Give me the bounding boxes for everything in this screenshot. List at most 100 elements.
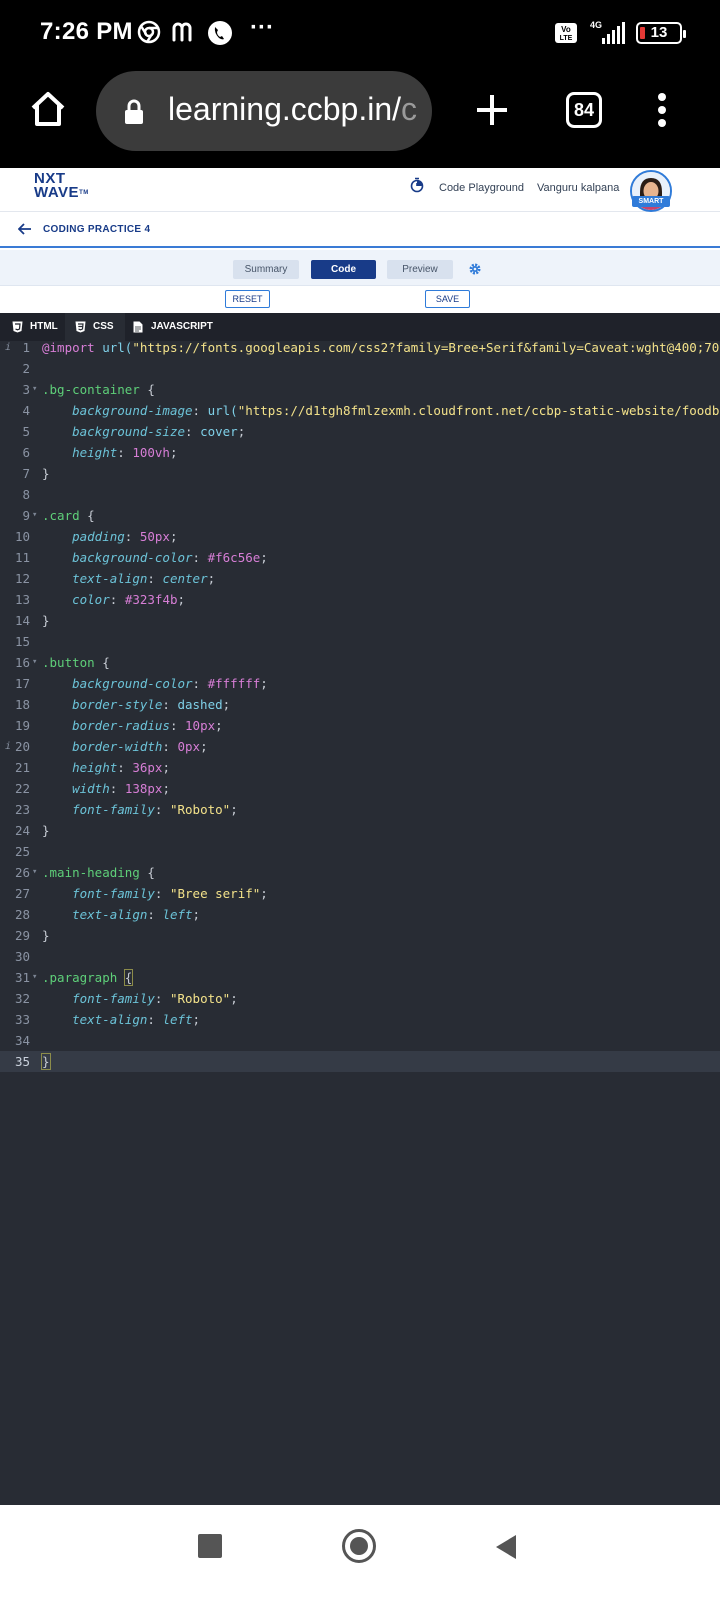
stopwatch-icon[interactable] [410, 177, 424, 193]
line-number: 24 [14, 823, 30, 838]
code-line[interactable]: 2 [0, 358, 720, 379]
code-line[interactable]: 31 ▾ .paragraph { [0, 967, 720, 988]
code-text: font-family: "Bree serif"; [72, 886, 268, 901]
home-button[interactable] [342, 1529, 376, 1563]
code-line[interactable]: 28 text-align: left; [0, 904, 720, 925]
code-text: font-family: "Roboto"; [72, 991, 238, 1006]
code-line[interactable]: 21 height: 36px; [0, 757, 720, 778]
code-line[interactable]: 18 border-style: dashed; [0, 694, 720, 715]
line-number: 27 [14, 886, 30, 901]
line-number: 32 [14, 991, 30, 1006]
code-line[interactable]: 22 width: 138px; [0, 778, 720, 799]
status-time: 7:26 PM [40, 18, 133, 45]
new-tab-icon[interactable] [474, 92, 510, 128]
code-text: .main-heading { [42, 865, 155, 880]
code-text: font-family: "Roboto"; [72, 802, 238, 817]
line-number: 10 [14, 529, 30, 544]
editor-tab-css-label: CSS [93, 321, 114, 332]
tab-summary[interactable]: Summary [233, 260, 299, 279]
more-notifications-icon: ··· [250, 14, 274, 41]
address-bar[interactable]: learning.ccbp.in/c [96, 71, 432, 151]
code-line[interactable]: 6 height: 100vh; [0, 442, 720, 463]
gear-icon[interactable] [468, 262, 482, 276]
code-line[interactable]: 9 ▾ .card { [0, 505, 720, 526]
status-bar: 7:26 PM ··· Vo LTE 4G 13 [0, 0, 720, 68]
recents-button[interactable] [198, 1534, 222, 1558]
code-line[interactable]: 30 [0, 946, 720, 967]
code-line[interactable]: 26 ▾ .main-heading { [0, 862, 720, 883]
volte-icon: Vo LTE [555, 23, 577, 43]
fold-toggle-icon[interactable]: ▾ [32, 862, 37, 883]
url-text: learning.ccbp.in/c [168, 91, 418, 127]
fold-toggle-icon[interactable]: ▾ [32, 379, 37, 400]
code-text: } [41, 1053, 51, 1070]
code-line[interactable]: 7} [0, 463, 720, 484]
code-text: padding: 50px; [72, 529, 178, 544]
fold-toggle-icon[interactable]: ▾ [32, 652, 37, 673]
back-arrow-icon[interactable] [18, 223, 32, 235]
fold-toggle-icon[interactable]: ▾ [32, 505, 37, 526]
code-line[interactable]: 10 padding: 50px; [0, 526, 720, 547]
line-number: 11 [14, 550, 30, 565]
back-button[interactable] [494, 1533, 518, 1561]
status-right: Vo LTE 4G 13 [554, 20, 686, 46]
code-line[interactable]: 8 [0, 484, 720, 505]
save-button[interactable]: SAVE [425, 290, 470, 308]
line-number: 22 [14, 781, 30, 796]
code-line[interactable]: 16 ▾ .button { [0, 652, 720, 673]
browser-menu-icon[interactable] [656, 92, 668, 128]
tab-switcher-button[interactable]: 84 [566, 92, 602, 128]
code-text: color: #323f4b; [72, 592, 186, 607]
code-line[interactable]: 13 color: #323f4b; [0, 589, 720, 610]
code-line[interactable]: 32 font-family: "Roboto"; [0, 988, 720, 1009]
code-line[interactable]: 20 i border-width: 0px; [0, 736, 720, 757]
line-number: 18 [14, 697, 30, 712]
code-line[interactable]: 23 font-family: "Roboto"; [0, 799, 720, 820]
code-line[interactable]: 1 i @import url("https://fonts.googleapis.… [0, 341, 720, 358]
code-line[interactable]: 35} [0, 1051, 720, 1072]
editor-tab-html[interactable]: HTML [12, 313, 66, 341]
code-text: } [42, 823, 50, 838]
code-line[interactable]: 14} [0, 610, 720, 631]
code-line[interactable]: 12 text-align: center; [0, 568, 720, 589]
code-playground-link[interactable]: Code Playground [439, 182, 524, 194]
code-line[interactable]: 17 background-color: #ffffff; [0, 673, 720, 694]
code-line[interactable]: 27 font-family: "Bree serif"; [0, 883, 720, 904]
line-number: 15 [14, 634, 30, 649]
editor-tab-css[interactable]: CSS [65, 313, 125, 341]
code-line[interactable]: 24} [0, 820, 720, 841]
network-type: 4G [590, 20, 602, 30]
reset-button[interactable]: RESET [225, 290, 270, 308]
user-name[interactable]: Vanguru kalpana [537, 182, 619, 194]
code-line[interactable]: 33 text-align: left; [0, 1009, 720, 1030]
js-file-icon [133, 321, 143, 333]
code-text: .button { [42, 655, 110, 670]
fold-toggle-icon[interactable]: ▾ [32, 967, 37, 988]
code-line[interactable]: 5 background-size: cover; [0, 421, 720, 442]
code-text: text-align: left; [72, 907, 201, 922]
code-line[interactable]: 25 [0, 841, 720, 862]
code-line[interactable]: 4 background-image: url("https://d1tgh8f… [0, 400, 720, 421]
home-icon[interactable] [29, 91, 67, 127]
line-number: 21 [14, 760, 30, 775]
line-number: 7 [22, 466, 30, 481]
line-number: 28 [14, 907, 30, 922]
line-number: 23 [14, 802, 30, 817]
code-line[interactable]: 3 ▾ .bg-container { [0, 379, 720, 400]
html5-icon [12, 321, 23, 333]
code-line[interactable]: 29} [0, 925, 720, 946]
tab-preview[interactable]: Preview [387, 260, 453, 279]
code-line[interactable]: 15 [0, 631, 720, 652]
code-line[interactable]: 19 border-radius: 10px; [0, 715, 720, 736]
editor-tab-javascript[interactable]: JAVASCRIPT [133, 313, 223, 341]
nxtwave-logo[interactable]: NXT WAVETM [34, 171, 89, 201]
code-line[interactable]: 34 [0, 1030, 720, 1051]
logo-line2: WAVE [34, 184, 80, 201]
code-line[interactable]: 11 background-color: #f6c56e; [0, 547, 720, 568]
tab-code[interactable]: Code [311, 260, 376, 279]
code-text: height: 100vh; [72, 445, 178, 460]
line-number: 14 [14, 613, 30, 628]
code-text: } [42, 613, 50, 628]
line-number: 6 [22, 445, 30, 460]
code-editor[interactable]: 1 i @import url("https://fonts.googleapis.… [0, 341, 720, 1505]
